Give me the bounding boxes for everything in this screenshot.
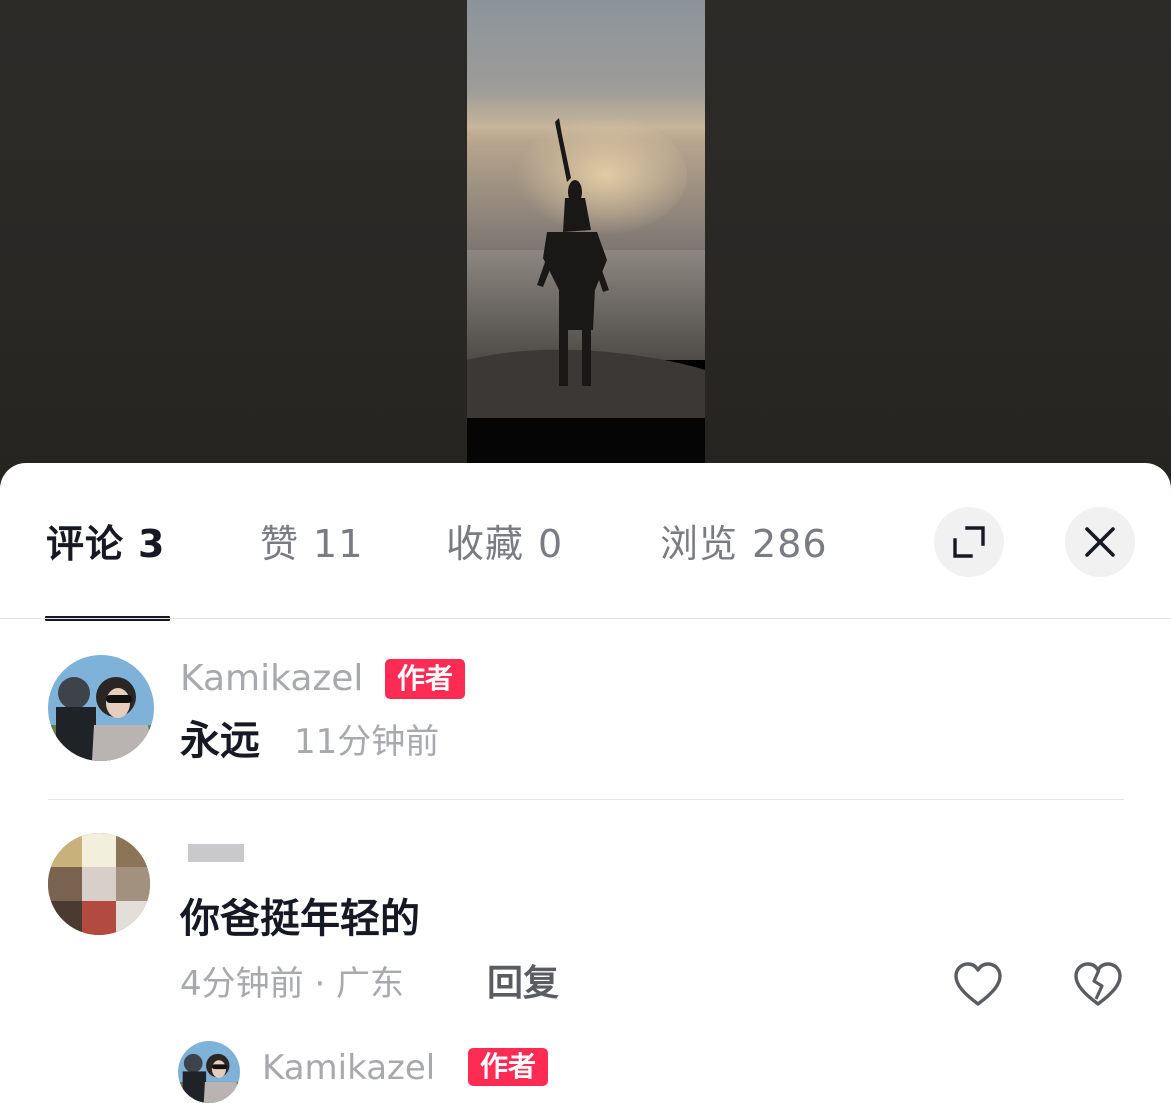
author-badge: 作者: [385, 659, 466, 699]
dislike-button[interactable]: [1072, 959, 1124, 1011]
avatar-image: [178, 1041, 240, 1103]
expand-button[interactable]: [934, 507, 1004, 577]
comment-divider: [48, 799, 1124, 800]
broken-heart-icon: [1074, 962, 1122, 1006]
close-button[interactable]: [1065, 507, 1135, 577]
tab-comments-label: 评论: [46, 522, 125, 566]
comment-username[interactable]: Kamikazel: [180, 658, 363, 700]
avatar-image-pixelated: [48, 833, 150, 935]
close-icon: [1085, 527, 1115, 557]
tab-comments-count: 3: [138, 522, 166, 566]
reply-button[interactable]: 回复: [487, 963, 559, 1005]
tab-likes[interactable]: 赞 11: [260, 521, 363, 567]
video-frame-image: [467, 0, 705, 463]
avatar[interactable]: [178, 1041, 240, 1103]
avatar-image: [48, 655, 154, 761]
author-badge: 作者: [468, 1048, 549, 1086]
comment-timestamp: 11分钟前: [294, 722, 440, 762]
tab-bar: 评论 3 赞 11 收藏 0 浏览 286: [0, 463, 1171, 621]
tab-views-label: 浏览: [660, 522, 739, 566]
avatar[interactable]: [48, 833, 150, 935]
reply-username[interactable]: Kamikazel: [262, 1047, 435, 1089]
like-button[interactable]: [952, 959, 1004, 1011]
comment-timestamp-location: 4分钟前 · 广东: [180, 964, 405, 1004]
avatar[interactable]: [48, 655, 154, 761]
tab-likes-label: 赞: [260, 522, 300, 566]
tab-views[interactable]: 浏览 286: [660, 521, 828, 567]
comment-text: 永远: [180, 718, 260, 764]
redacted-username: [188, 844, 244, 862]
comment-text: 你爸挺年轻的: [180, 896, 420, 942]
tabs-divider: [0, 618, 1171, 619]
tab-favorites-count: 0: [538, 522, 564, 566]
video-player[interactable]: [467, 0, 705, 463]
tab-favorites[interactable]: 收藏 0: [446, 521, 563, 567]
tab-favorites-label: 收藏: [446, 522, 525, 566]
comment-sheet: 评论 3 赞 11 收藏 0 浏览 286 Kamikazel 作者 永远 11…: [0, 463, 1171, 1103]
tab-comments[interactable]: 评论 3: [46, 521, 165, 567]
tab-views-count: 286: [752, 522, 828, 566]
heart-outline-icon: [954, 962, 1002, 1006]
tab-likes-count: 11: [313, 522, 364, 566]
expand-icon: [953, 526, 985, 558]
